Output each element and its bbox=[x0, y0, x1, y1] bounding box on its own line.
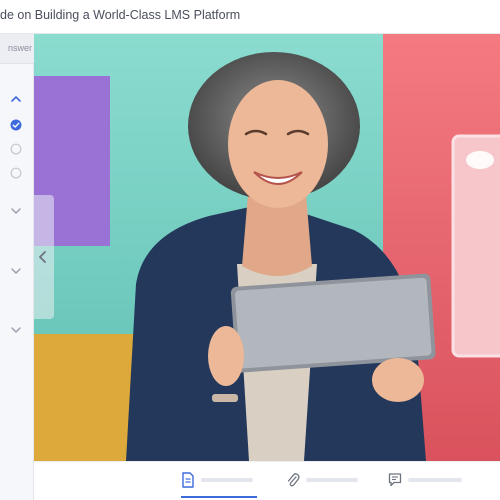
chevron-down-icon[interactable] bbox=[10, 205, 22, 217]
tab-attachments[interactable] bbox=[286, 472, 366, 492]
active-tab-indicator bbox=[181, 496, 257, 498]
radio-empty-icon[interactable] bbox=[10, 143, 22, 155]
tab-attachments-label-placeholder bbox=[306, 478, 358, 482]
chevron-down-icon[interactable] bbox=[10, 324, 22, 336]
check-circle-icon[interactable] bbox=[10, 119, 22, 131]
top-bar: de on Building a World-Class LMS Platfor… bbox=[0, 0, 500, 34]
tab-document-label-placeholder bbox=[201, 478, 253, 482]
tab-comments-label-placeholder bbox=[408, 478, 462, 482]
sidebar-tab-answer[interactable]: nswer bbox=[0, 34, 34, 64]
sidebar-tab-label: nswer bbox=[7, 43, 32, 53]
comment-icon bbox=[388, 473, 402, 487]
bottom-toolbar bbox=[34, 461, 500, 500]
document-icon bbox=[182, 472, 194, 488]
chevron-up-icon[interactable] bbox=[10, 93, 22, 105]
sidebar: nswer bbox=[0, 34, 34, 500]
chevron-down-icon[interactable] bbox=[10, 265, 22, 277]
tab-document[interactable] bbox=[181, 472, 261, 492]
chevron-left-icon bbox=[39, 251, 46, 263]
paperclip-icon bbox=[287, 473, 300, 487]
radio-empty-icon[interactable] bbox=[10, 167, 22, 179]
tab-comments[interactable] bbox=[388, 472, 468, 492]
lesson-image bbox=[34, 34, 500, 461]
course-title: de on Building a World-Class LMS Platfor… bbox=[0, 8, 241, 22]
previous-button[interactable] bbox=[34, 195, 54, 319]
